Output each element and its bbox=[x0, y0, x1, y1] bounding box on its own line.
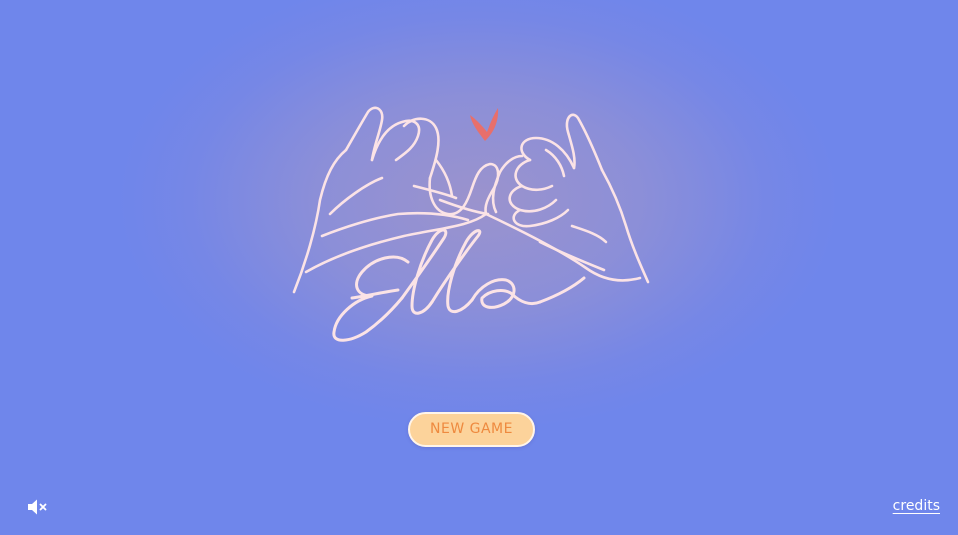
heart-icon bbox=[470, 108, 499, 141]
sound-toggle-button[interactable] bbox=[27, 498, 49, 516]
speaker-muted-icon bbox=[27, 498, 49, 516]
title-screen: NEW GAME credits bbox=[0, 0, 958, 535]
credits-link[interactable]: credits bbox=[893, 498, 940, 514]
game-logo bbox=[285, 95, 665, 350]
new-game-button[interactable]: NEW GAME bbox=[408, 412, 535, 447]
left-hand-outline bbox=[292, 106, 500, 294]
right-hand-outline bbox=[484, 113, 650, 284]
